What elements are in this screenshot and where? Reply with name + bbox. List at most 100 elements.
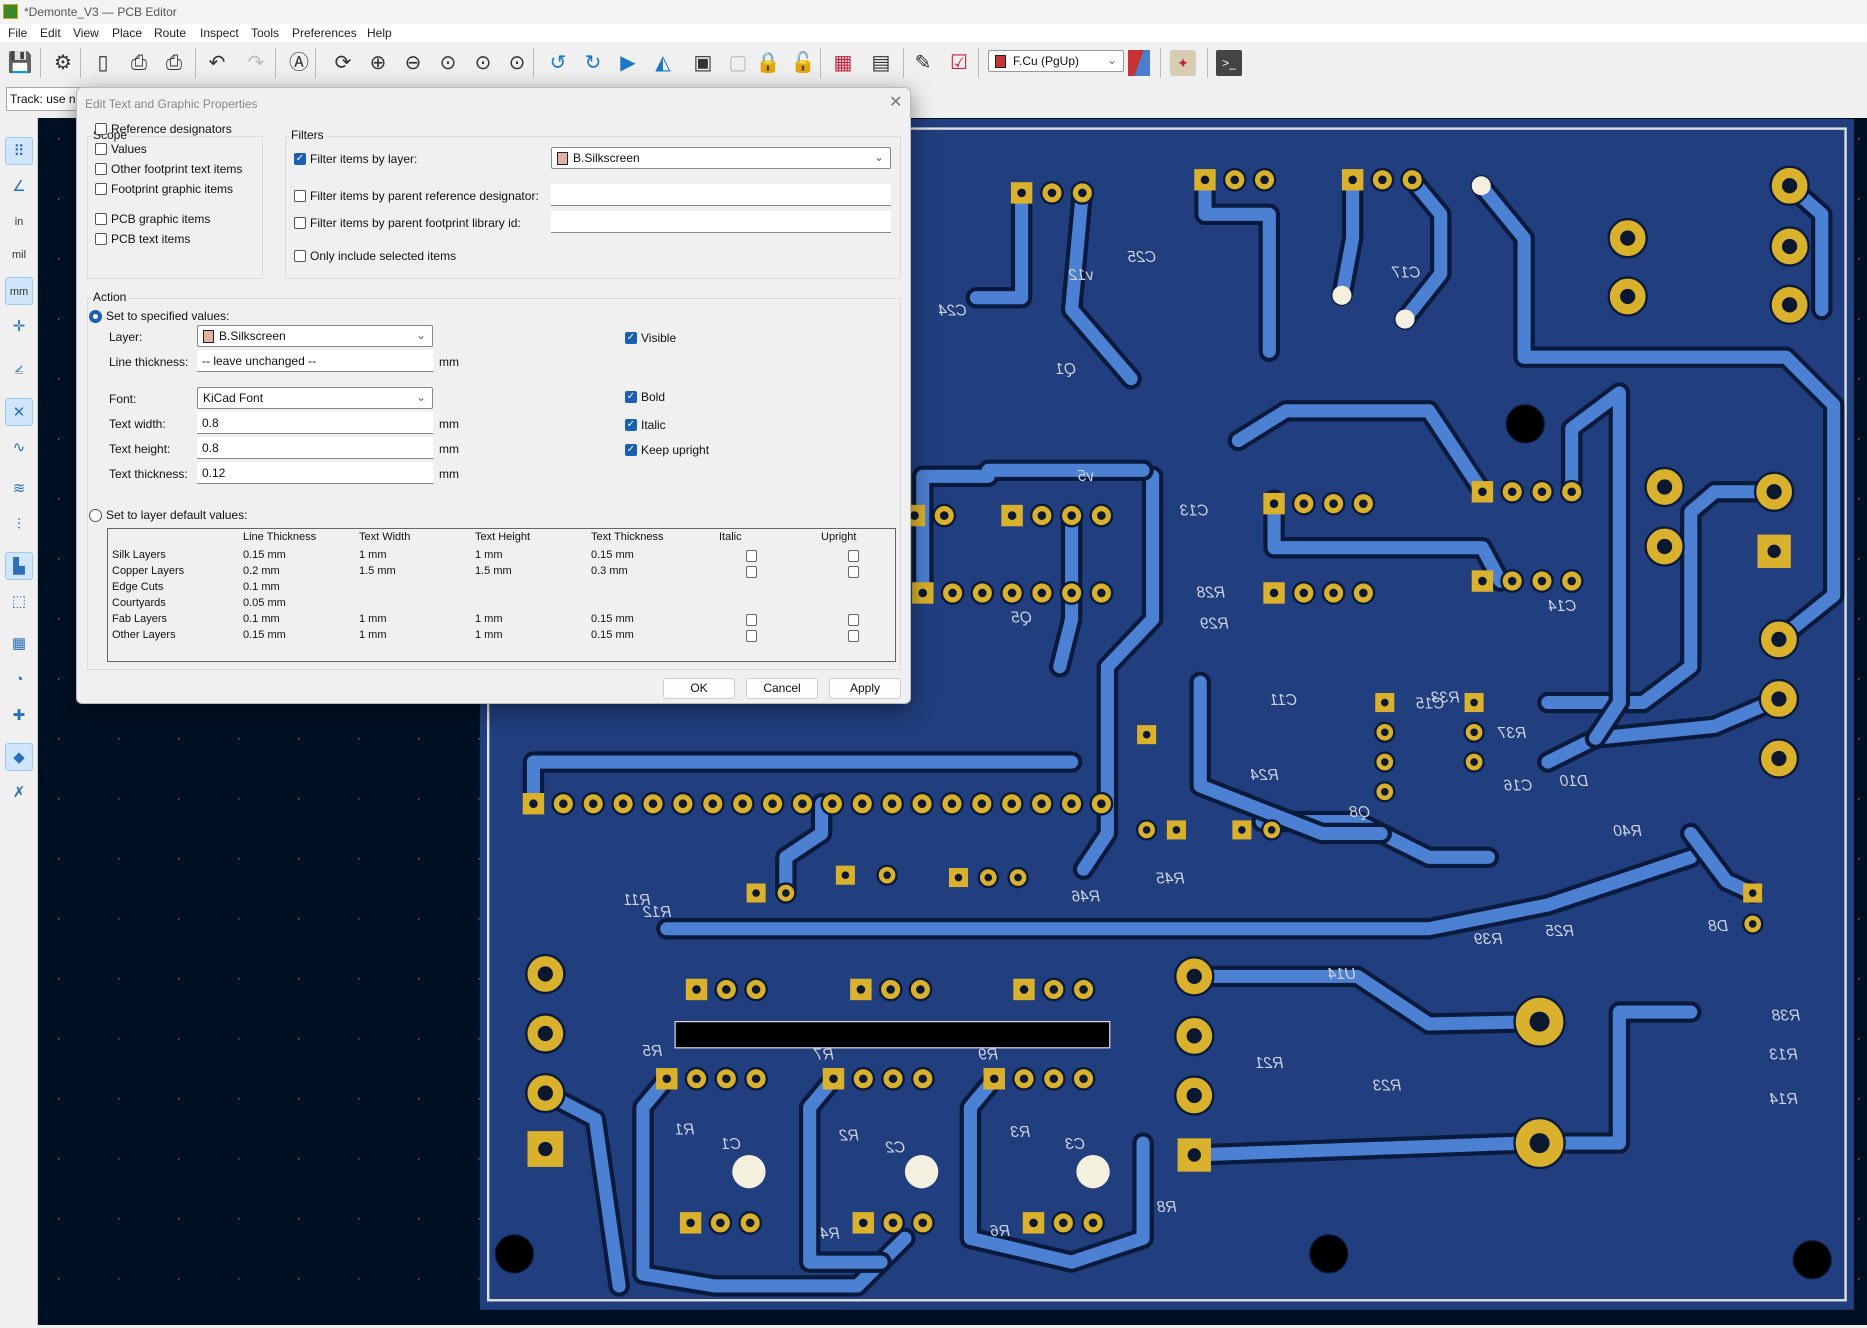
- menu-help[interactable]: Help: [367, 26, 392, 40]
- checkbox-box[interactable]: [95, 183, 107, 195]
- via[interactable]: [732, 1154, 766, 1189]
- plot-icon[interactable]: ⎙: [161, 50, 187, 76]
- only-selected-checkbox[interactable]: Only include selected items: [294, 249, 456, 263]
- ok-button[interactable]: OK: [663, 678, 735, 699]
- cursor-icon[interactable]: ✛: [5, 313, 33, 341]
- apply-button[interactable]: Apply: [829, 678, 901, 699]
- text-width-input[interactable]: 0.8: [197, 412, 433, 434]
- scope-values-checkbox[interactable]: Values: [95, 142, 147, 156]
- unlock-icon[interactable]: 🔓: [790, 50, 816, 76]
- italic-checkbox[interactable]: [746, 550, 757, 562]
- filter-by-ref-checkbox[interactable]: Filter items by parent reference designa…: [294, 189, 539, 203]
- filter-ref-input[interactable]: [551, 184, 891, 206]
- checkbox-box[interactable]: [95, 213, 107, 225]
- via[interactable]: [1332, 285, 1352, 305]
- filter-lib-input[interactable]: [551, 211, 891, 233]
- via[interactable]: [904, 1154, 939, 1189]
- tools-icon[interactable]: ✗: [5, 779, 33, 807]
- polar-coords-icon[interactable]: ∠: [5, 173, 33, 201]
- italic-checkbox[interactable]: ✓ Italic: [625, 418, 666, 432]
- inch-units-icon[interactable]: in: [5, 208, 33, 236]
- track-clearance-icon[interactable]: ✚: [5, 702, 33, 730]
- layers-icon[interactable]: ◆: [5, 743, 33, 771]
- upright-checkbox[interactable]: [848, 630, 859, 642]
- italic-checkbox[interactable]: [746, 614, 757, 626]
- scope-other-footprint-text-items-checkbox[interactable]: Other footprint text items: [95, 162, 242, 176]
- rotate-ccw-icon[interactable]: ↺: [545, 50, 571, 76]
- checkbox-box[interactable]: [95, 143, 107, 155]
- netlist-update-icon[interactable]: ▦: [830, 50, 856, 76]
- find-icon[interactable]: Ⓐ: [286, 50, 312, 76]
- italic-checkbox[interactable]: [746, 566, 757, 578]
- scope-reference-designators-checkbox[interactable]: Reference designators: [95, 122, 232, 136]
- zone-display-icon[interactable]: ▦: [5, 630, 33, 658]
- via[interactable]: [1395, 309, 1415, 329]
- undo-icon[interactable]: ↶: [204, 50, 230, 76]
- close-icon[interactable]: ✕: [889, 92, 902, 112]
- scope-footprint-graphic-items-checkbox[interactable]: Footprint graphic items: [95, 182, 233, 196]
- scope-pcb-text-items-checkbox[interactable]: PCB text items: [95, 232, 190, 246]
- via[interactable]: [1471, 176, 1491, 196]
- rotate-cw-icon[interactable]: ↻: [580, 50, 606, 76]
- refresh-icon[interactable]: ⟳: [330, 50, 356, 76]
- lock-icon[interactable]: 🔒: [755, 50, 781, 76]
- curved-ratsnest-icon[interactable]: ∿: [5, 434, 33, 462]
- checkbox-box[interactable]: [95, 233, 107, 245]
- upright-checkbox[interactable]: [848, 550, 859, 562]
- footprint-browser-icon[interactable]: ▤: [868, 50, 894, 76]
- track-display-icon[interactable]: ≋: [5, 475, 33, 503]
- font-dropdown[interactable]: KiCad Font ⌄: [197, 387, 433, 409]
- keep-upright-checkbox[interactable]: ✓ Keep upright: [625, 443, 709, 457]
- cancel-button[interactable]: Cancel: [746, 678, 818, 699]
- scope-pcb-graphic-items-checkbox[interactable]: PCB graphic items: [95, 212, 210, 226]
- zoom-selection-icon[interactable]: ⊙: [504, 50, 530, 76]
- menu-tools[interactable]: Tools: [251, 26, 279, 40]
- checkbox-box[interactable]: [95, 123, 107, 135]
- text-height-input[interactable]: 0.8: [197, 437, 433, 459]
- drc-icon[interactable]: ☑: [946, 50, 972, 76]
- active-layer-dropdown[interactable]: F.Cu (PgUp) ⌄: [988, 50, 1124, 72]
- set-specified-radio[interactable]: Set to specified values:: [89, 309, 229, 323]
- flip-icon[interactable]: ▶: [615, 50, 641, 76]
- filter-layer-dropdown[interactable]: B.Silkscreen ⌄: [551, 147, 891, 169]
- menu-route[interactable]: Route: [154, 26, 186, 40]
- text-thickness-input[interactable]: 0.12: [197, 462, 433, 484]
- zoom-out-icon[interactable]: ⊖: [400, 50, 426, 76]
- mirror-icon[interactable]: ◭: [650, 50, 676, 76]
- checkbox-box[interactable]: [95, 163, 107, 175]
- scripting-icon[interactable]: ✦: [1170, 50, 1196, 76]
- footprint-outline-icon[interactable]: ⬚: [5, 588, 33, 616]
- console-icon[interactable]: >_: [1216, 50, 1242, 76]
- italic-checkbox[interactable]: [746, 630, 757, 642]
- board-setup-icon[interactable]: ⚙: [50, 50, 76, 76]
- schematic-icon[interactable]: ✎: [910, 50, 936, 76]
- layer-dropdown[interactable]: B.Silkscreen ⌄: [197, 325, 433, 347]
- filter-by-layer-checkbox[interactable]: ✓ Filter items by layer:: [294, 152, 417, 166]
- filter-by-lib-checkbox[interactable]: Filter items by parent footprint library…: [294, 216, 521, 230]
- ratsnest-icon[interactable]: ✕: [5, 398, 33, 426]
- zoom-fit-icon[interactable]: ⊙: [435, 50, 461, 76]
- set-default-radio[interactable]: Set to layer default values:: [89, 508, 247, 522]
- zoom-objects-icon[interactable]: ⊙: [470, 50, 496, 76]
- text-display-icon[interactable]: ◔: [5, 666, 33, 694]
- via-display-icon[interactable]: ⫶: [5, 511, 33, 539]
- mil-units-icon[interactable]: mil: [5, 241, 33, 269]
- save-icon[interactable]: 💾: [7, 50, 33, 76]
- mm-units-icon[interactable]: mm: [5, 277, 33, 305]
- pad-display-icon[interactable]: ▙: [5, 552, 33, 580]
- menu-inspect[interactable]: Inspect: [200, 26, 239, 40]
- menu-place[interactable]: Place: [112, 26, 142, 40]
- page-settings-icon[interactable]: ▯: [90, 50, 116, 76]
- ungroup-icon[interactable]: ▢: [725, 50, 751, 76]
- layer-pair-icon[interactable]: [1128, 50, 1150, 76]
- group-icon[interactable]: ▣: [690, 50, 716, 76]
- upright-checkbox[interactable]: [848, 614, 859, 626]
- visible-checkbox[interactable]: ✓ Visible: [625, 331, 676, 345]
- line-thickness-input[interactable]: -- leave unchanged --: [197, 350, 433, 372]
- upright-checkbox[interactable]: [848, 566, 859, 578]
- menu-view[interactable]: View: [73, 26, 99, 40]
- angle-snap-icon[interactable]: ⦤: [5, 354, 33, 382]
- menu-edit[interactable]: Edit: [40, 26, 61, 40]
- print-icon[interactable]: ⎙: [126, 50, 152, 76]
- grid-icon[interactable]: ⠿: [5, 137, 33, 165]
